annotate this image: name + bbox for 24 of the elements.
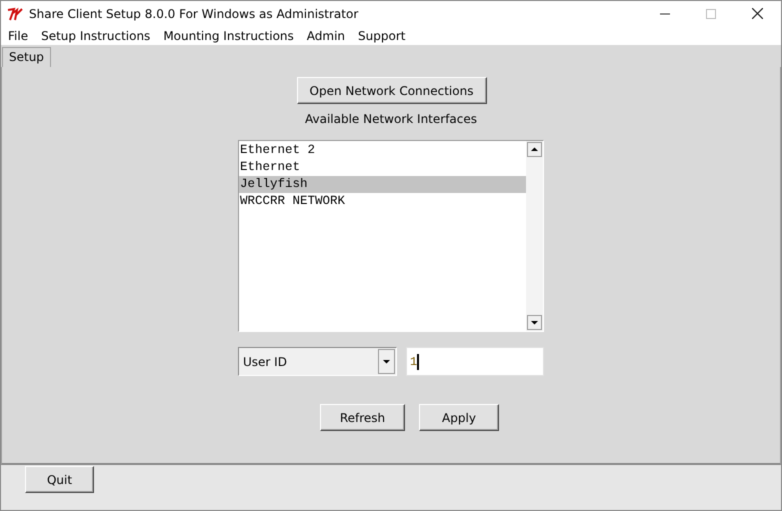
open-connections-button[interactable]: Open Network Connections: [296, 77, 486, 104]
menu-item[interactable]: File: [8, 28, 28, 42]
close-icon[interactable]: [752, 8, 763, 19]
menu-item[interactable]: Admin: [306, 28, 346, 42]
action-button[interactable]: Refresh: [320, 404, 405, 431]
interface-listbox[interactable]: Ethernet 2 Ethernet Jellyfish WRCCRR NETWORK: [238, 140, 544, 332]
id-input-field[interactable]: 1: [406, 347, 544, 376]
id-type-dropdown[interactable]: User ID: [238, 347, 397, 376]
scrollbar[interactable]: [526, 141, 543, 331]
quit-button[interactable]: Quit: [25, 466, 94, 493]
list-item[interactable]: Jellyfish: [239, 176, 526, 193]
action-button[interactable]: Apply: [419, 404, 499, 431]
tab[interactable]: Setup: [2, 47, 51, 67]
window-title: Share Client Setup 8.0.0 For Windows as Administrator: [29, 6, 358, 20]
section-label: Available Network Interfaces: [304, 112, 478, 126]
list-item[interactable]: Ethernet 2: [239, 142, 526, 159]
list-item[interactable]: WRCCRR NETWORK: [239, 193, 526, 210]
feather-icon: [7, 6, 23, 20]
list-item[interactable]: Ethernet: [239, 159, 526, 176]
menu-item[interactable]: Mounting Instructions: [163, 28, 294, 42]
scroll-down-icon[interactable]: [527, 315, 542, 330]
scroll-up-icon[interactable]: [527, 142, 542, 157]
menu-item[interactable]: Support: [358, 28, 406, 42]
menu-item[interactable]: Setup Instructions: [41, 28, 150, 42]
